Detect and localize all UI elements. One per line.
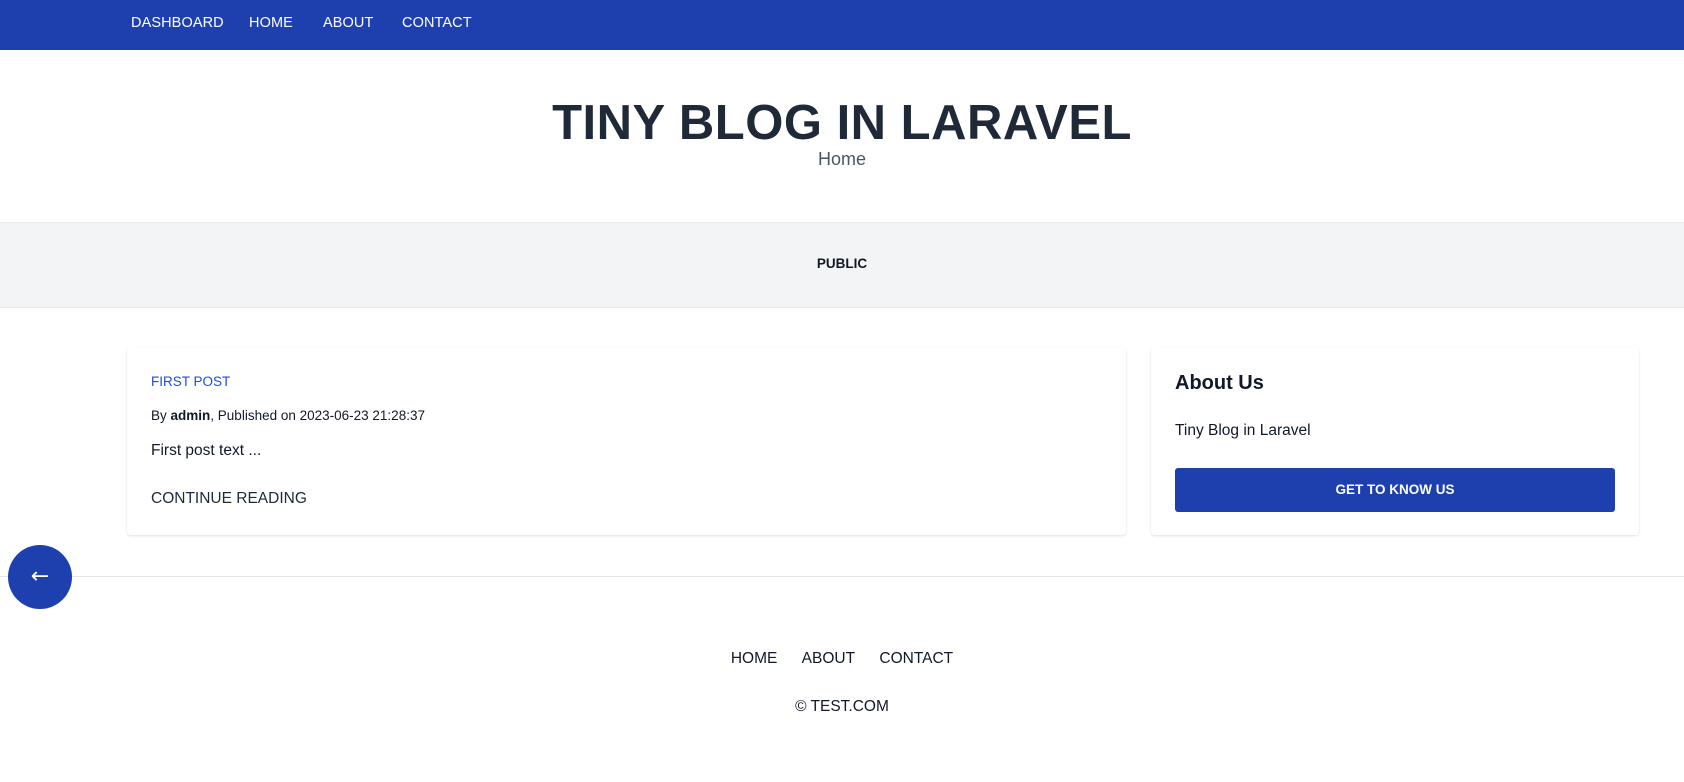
get-to-know-us-button[interactable]: GET TO KNOW US [1175,468,1615,512]
site-header: TINY BLOG IN LARAVEL Home [0,50,1684,222]
nav-home-link[interactable]: HOME [249,0,293,50]
nav-contact-link[interactable]: CONTACT [402,0,472,50]
copyright-text: © TEST.COM [795,698,889,715]
post-author: admin [170,408,211,423]
top-navigation: DASHBOARD HOME ABOUT CONTACT [0,0,1684,50]
footer-divider [0,576,1684,577]
site-title: TINY BLOG IN LARAVEL [552,96,1132,150]
continue-reading-link[interactable]: CONTINUE READING [151,490,307,508]
post-published-date: , Published on 2023-06-23 21:28:37 [210,408,425,423]
category-link-public[interactable]: PUBLIC [0,256,1684,271]
arrow-left-icon: ← [30,564,50,589]
post-excerpt: First post text ... [151,442,262,459]
post-by-label: By [151,408,167,423]
site-subtitle: Home [817,149,866,169]
category-bar: PUBLIC [0,222,1684,308]
nav-dashboard-link[interactable]: DASHBOARD [131,0,224,50]
footer-contact-link[interactable]: CONTACT [879,650,953,668]
footer-navigation: HOME ABOUT CONTACT [0,650,1684,668]
footer-about-link[interactable]: ABOUT [802,650,855,668]
back-button[interactable]: ← [8,545,72,609]
footer-home-link[interactable]: HOME [731,650,778,668]
about-heading: About Us [1175,372,1264,394]
about-text: Tiny Blog in Laravel [1175,422,1311,439]
post-card: FIRST POST By admin, Published on 2023-0… [127,348,1126,535]
nav-about-link[interactable]: ABOUT [323,0,373,50]
post-meta: By admin, Published on 2023-06-23 21:28:… [151,408,425,423]
post-title-link[interactable]: FIRST POST [151,374,230,389]
about-card: About Us Tiny Blog in Laravel GET TO KNO… [1151,348,1639,535]
